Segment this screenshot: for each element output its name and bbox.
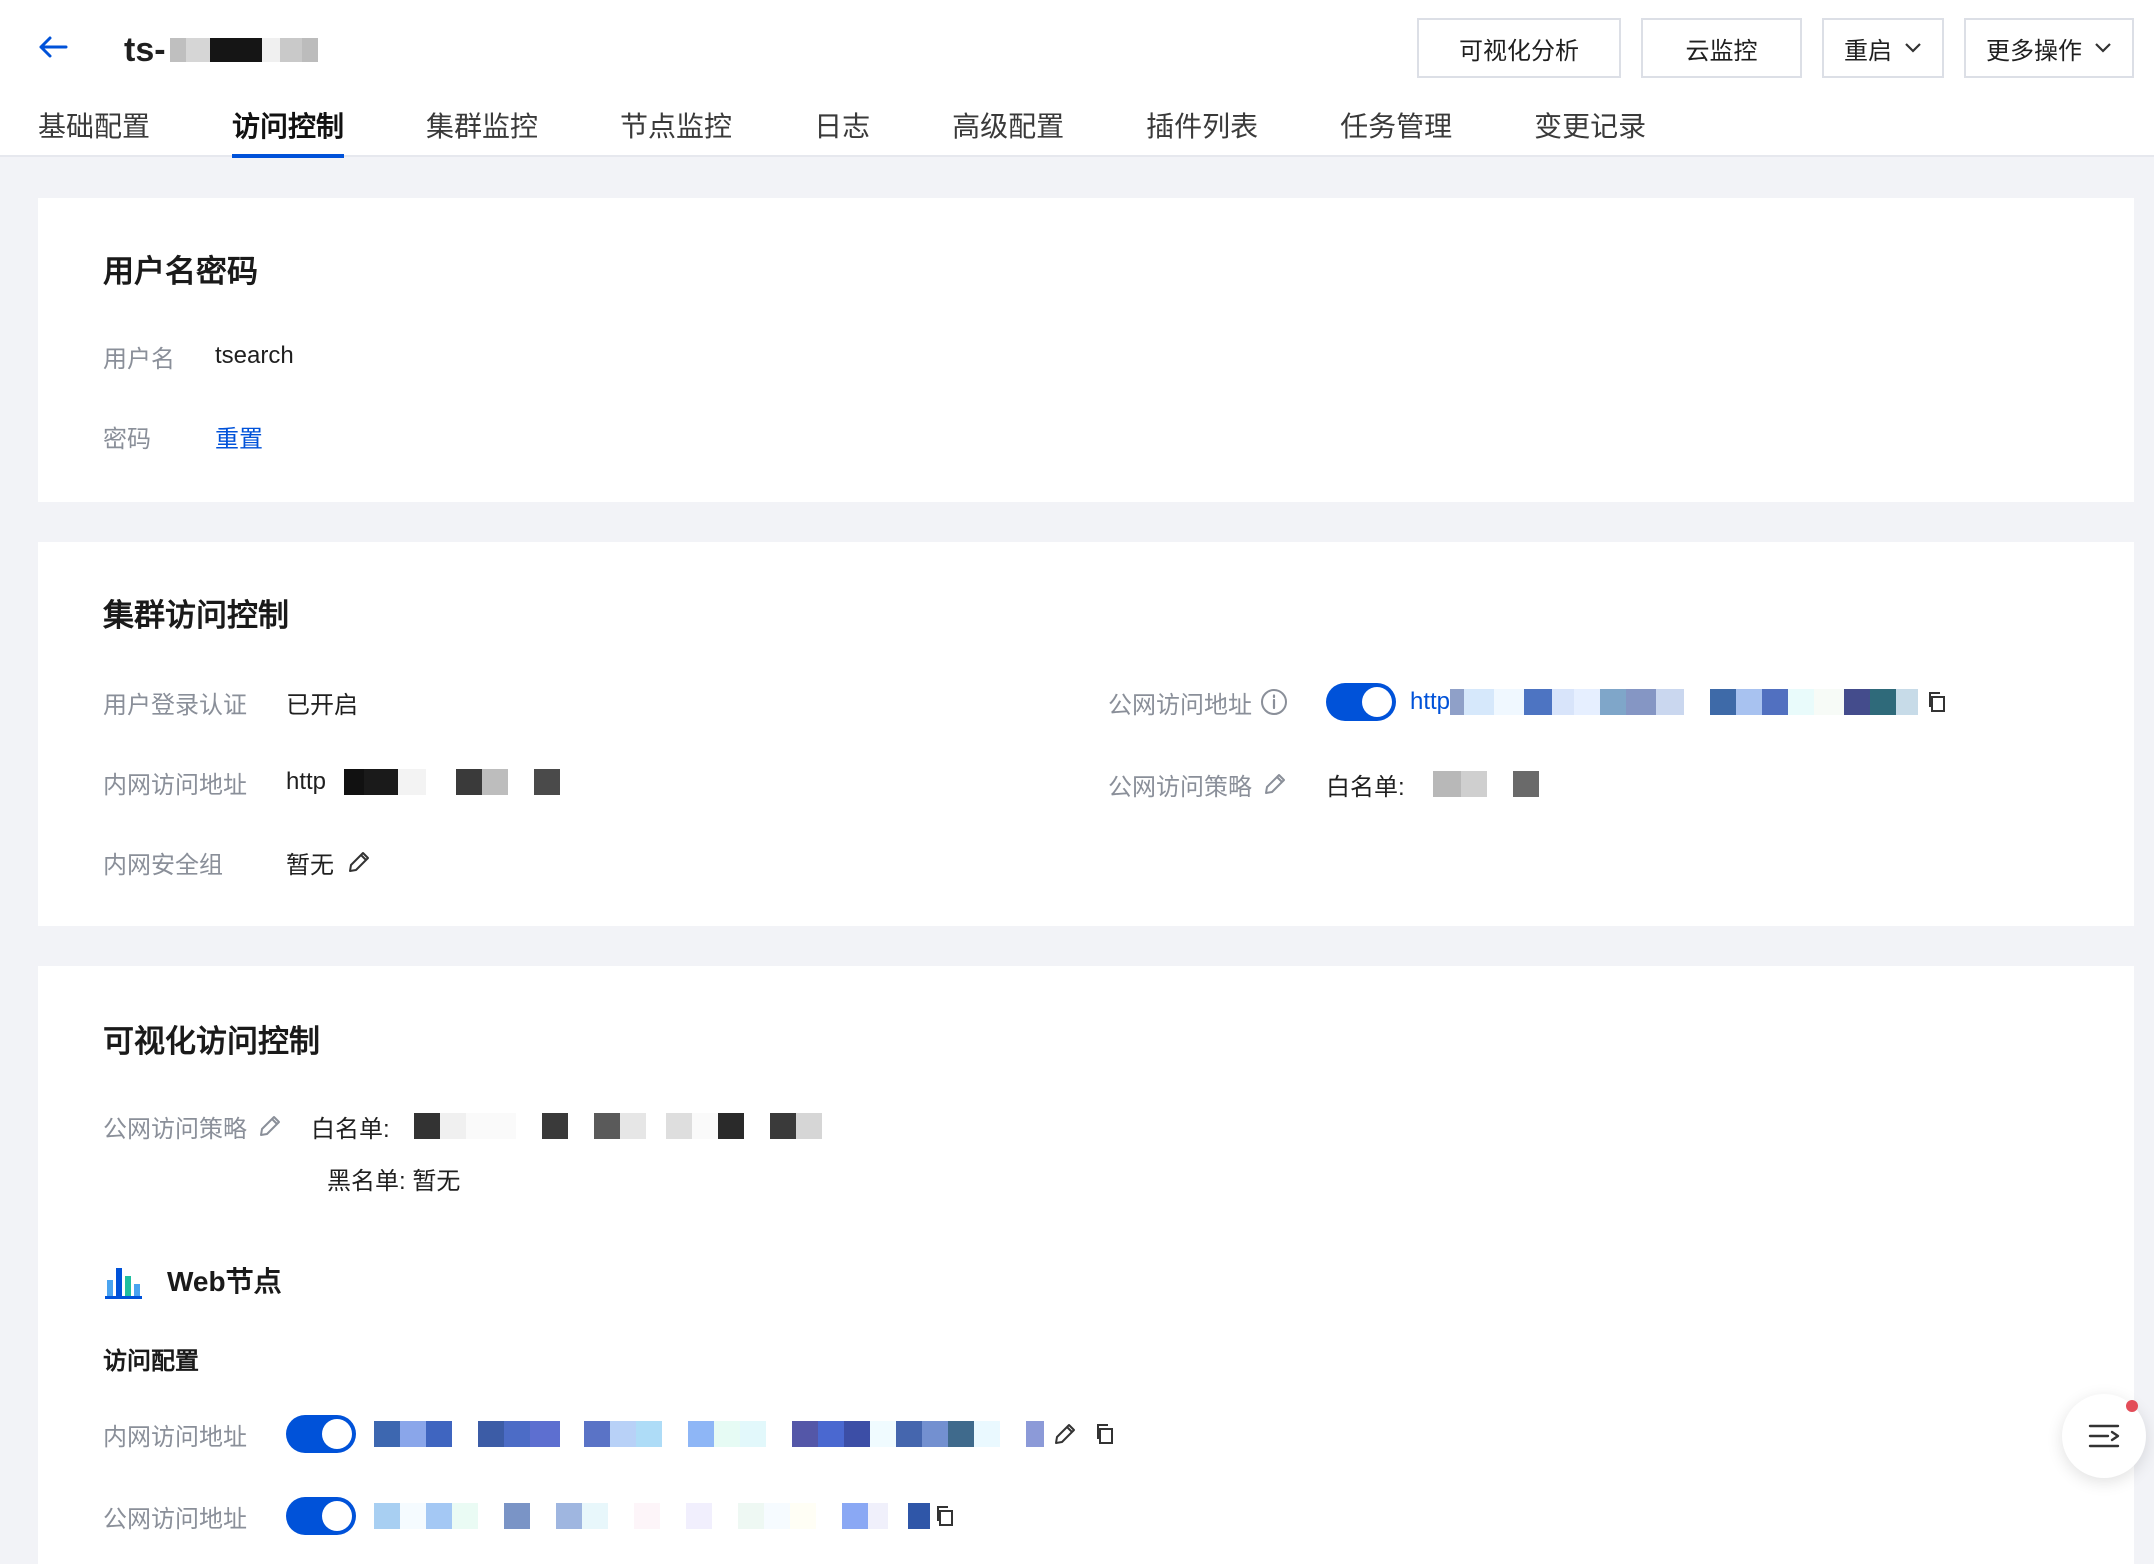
- public-address-label: 公网访问地址: [1108, 691, 1252, 719]
- back-arrow-icon[interactable]: [36, 30, 70, 64]
- password-row: 密码 重置: [103, 416, 263, 456]
- security-group-value: 暂无: [286, 851, 334, 879]
- web-private-address-toggle[interactable]: [286, 1415, 356, 1453]
- security-group-label: 内网安全组: [103, 851, 223, 879]
- cluster-access-title: 集群访问控制: [103, 598, 289, 633]
- web-public-address-toggle[interactable]: [286, 1497, 356, 1535]
- restart-label: 重启: [1844, 37, 1892, 65]
- tab-task-management[interactable]: 任务管理: [1340, 104, 1452, 157]
- username-row: 用户名 tsearch: [103, 336, 294, 376]
- web-public-address-row: 公网访问地址: [103, 1496, 958, 1536]
- public-address-toggle[interactable]: [1326, 683, 1396, 721]
- tab-bar: 基础配置 访问控制 集群监控 节点监控 日志 高级配置 插件列表 任务管理 变更…: [38, 104, 1728, 158]
- public-address-prefix[interactable]: http: [1410, 688, 1450, 716]
- redacted-visual-whitelist: [413, 1113, 822, 1139]
- private-address-prefix: http: [286, 768, 327, 795]
- redacted-web-public-address: [374, 1503, 930, 1529]
- private-address-row: 内网访问地址 http: [103, 762, 561, 802]
- whitelist-label: 白名单:: [1326, 773, 1405, 801]
- copy-public-address-icon[interactable]: [1924, 689, 1950, 715]
- more-actions-dropdown[interactable]: 更多操作: [1964, 18, 2134, 78]
- auth-row: 用户登录认证 已开启: [103, 682, 358, 722]
- redacted-whitelist: [1432, 771, 1539, 797]
- edit-visual-policy-pencil-icon[interactable]: [257, 1113, 283, 1139]
- public-policy-label: 公网访问策略: [1108, 773, 1252, 801]
- reset-password-link[interactable]: 重置: [215, 419, 263, 454]
- chevron-down-icon: [1905, 43, 1921, 53]
- visual-access-card: 可视化访问控制 公网访问策略 白名单: 黑名单: 暂无 Web节点 访问配置 内…: [38, 966, 2134, 1564]
- tab-plugins[interactable]: 插件列表: [1146, 104, 1258, 157]
- credentials-card: 用户名密码 用户名 tsearch 密码 重置: [38, 198, 2134, 502]
- private-address-label: 内网访问地址: [103, 771, 247, 799]
- redacted-public-address: [1450, 689, 1919, 715]
- access-config-heading: 访问配置: [103, 1338, 199, 1378]
- bar-chart-icon: [105, 1268, 142, 1299]
- redacted-web-private-address: [374, 1421, 1044, 1447]
- cloud-monitor-button[interactable]: 云监控: [1641, 18, 1802, 78]
- visual-access-title: 可视化访问控制: [103, 1024, 320, 1059]
- instance-name: ts-: [124, 30, 166, 69]
- web-private-address-label: 内网访问地址: [103, 1423, 247, 1451]
- edit-security-group-pencil-icon[interactable]: [346, 849, 372, 875]
- password-label: 密码: [103, 425, 151, 453]
- auth-label: 用户登录认证: [103, 691, 247, 719]
- edit-web-private-address-pencil-icon[interactable]: [1052, 1421, 1078, 1447]
- tab-logs[interactable]: 日志: [814, 104, 870, 157]
- visual-public-policy-label: 公网访问策略: [103, 1115, 247, 1143]
- more-actions-label: 更多操作: [1986, 37, 2082, 65]
- redacted-instance-id: [169, 38, 318, 62]
- chevron-down-icon: [2095, 43, 2111, 53]
- list-menu-icon: [2088, 1424, 2120, 1448]
- security-group-row: 内网安全组 暂无: [103, 842, 372, 882]
- tab-cluster-monitor[interactable]: 集群监控: [426, 104, 538, 157]
- visual-blacklist-text: 黑名单: 暂无: [327, 1167, 461, 1195]
- restart-dropdown[interactable]: 重启: [1822, 18, 1944, 78]
- notification-dot: [2126, 1400, 2138, 1412]
- auth-status: 已开启: [286, 691, 358, 719]
- instance-title: ts-: [124, 22, 318, 78]
- page-header: ts- 可视化分析 云监控 重启 更多操作 基础配置 访问控制 集群监控 节点监…: [0, 0, 2154, 158]
- visual-blacklist-row: 黑名单: 暂无: [327, 1158, 460, 1198]
- username-value: tsearch: [215, 342, 294, 369]
- tab-basic-config[interactable]: 基础配置: [38, 104, 150, 157]
- tab-access-control[interactable]: 访问控制: [232, 104, 345, 158]
- redacted-private-address: [344, 769, 561, 795]
- username-label: 用户名: [103, 345, 175, 373]
- header-actions: 可视化分析 云监控 重启 更多操作: [1417, 18, 2134, 78]
- web-node-heading: Web节点: [103, 1256, 282, 1304]
- public-address-row: 公网访问地址 http: [1108, 682, 1950, 722]
- edit-public-policy-pencil-icon[interactable]: [1262, 771, 1288, 797]
- visual-public-policy-row: 公网访问策略 白名单:: [103, 1106, 822, 1146]
- access-config-title: 访问配置: [103, 1347, 199, 1375]
- cluster-access-card: 集群访问控制 用户登录认证 已开启 内网访问地址 http 内网安全组 暂无 公…: [38, 542, 2134, 926]
- credentials-title: 用户名密码: [103, 254, 258, 289]
- tab-advanced-config[interactable]: 高级配置: [952, 104, 1064, 157]
- copy-web-private-address-icon[interactable]: [1092, 1421, 1118, 1447]
- info-circle-icon[interactable]: [1260, 688, 1288, 716]
- copy-web-public-address-icon[interactable]: [932, 1503, 958, 1529]
- tab-change-log[interactable]: 变更记录: [1534, 104, 1646, 157]
- web-node-title: Web节点: [167, 1266, 282, 1297]
- visual-whitelist-label: 白名单:: [311, 1115, 390, 1143]
- visual-analysis-button[interactable]: 可视化分析: [1417, 18, 1621, 78]
- tab-node-monitor[interactable]: 节点监控: [620, 104, 732, 157]
- web-public-address-label: 公网访问地址: [103, 1505, 247, 1533]
- public-policy-row: 公网访问策略 白名单:: [1108, 764, 1539, 804]
- floating-menu-button[interactable]: [2062, 1394, 2146, 1478]
- web-private-address-row: 内网访问地址: [103, 1414, 1118, 1454]
